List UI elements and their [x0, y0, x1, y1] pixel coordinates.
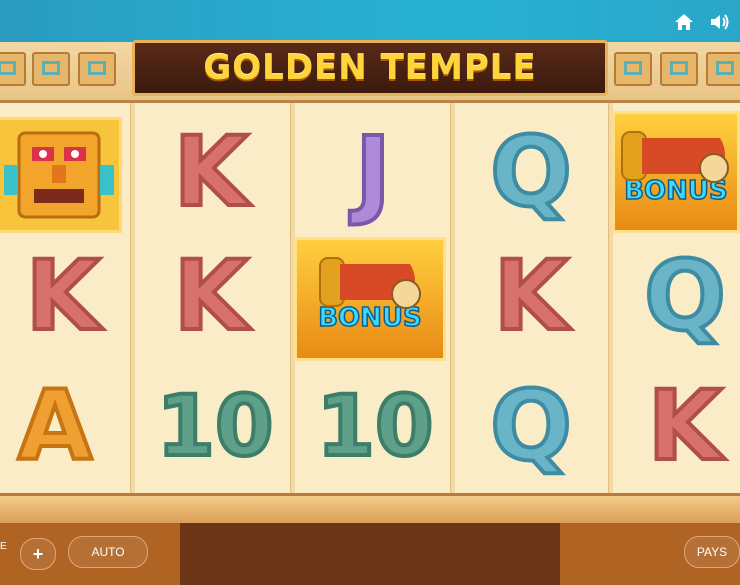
- symbol-j: J: [318, 117, 428, 227]
- symbol-k: K: [8, 241, 118, 351]
- symbol-letter: Q: [488, 116, 574, 228]
- temple-tile: [32, 52, 70, 86]
- symbol-letter: K: [646, 370, 724, 482]
- symbol-letter: Q: [488, 370, 574, 482]
- symbol-letter: K: [24, 240, 102, 352]
- scroll-icon: [621, 131, 729, 183]
- symbol-letter: Q: [642, 240, 728, 352]
- temple-tile: [660, 52, 698, 86]
- symbol-k: K: [156, 241, 266, 351]
- speaker-icon[interactable]: [708, 10, 732, 34]
- control-bar: E + AUTO PAYS: [0, 523, 740, 585]
- symbol-letter: A: [16, 370, 94, 482]
- bet-label-edge: E: [0, 541, 7, 552]
- symbol-letter: 10: [315, 377, 436, 475]
- bonus-symbol: BONUS: [612, 111, 740, 233]
- temple-tile: [706, 52, 740, 86]
- temple-floor: [0, 493, 740, 526]
- temple-tile: [0, 52, 26, 86]
- autoplay-button[interactable]: AUTO: [68, 536, 148, 568]
- bonus-symbol: BONUS: [294, 237, 446, 361]
- wild-symbol: [0, 117, 122, 233]
- control-bar-center: [180, 523, 560, 585]
- temple-tile: [78, 52, 116, 86]
- symbol-letter: K: [172, 116, 250, 228]
- title-plate: GOLDEN TEMPLE: [132, 40, 608, 96]
- reel-area: K A K K 10 J BONUS 10 Q K Q BONUS Q K: [0, 103, 740, 493]
- reel-divider: [130, 103, 135, 493]
- scroll-icon: [319, 257, 421, 309]
- symbol-letter: 10: [155, 377, 276, 475]
- symbol-q: Q: [476, 371, 586, 481]
- increase-bet-button[interactable]: +: [20, 538, 56, 570]
- paytable-button[interactable]: PAYS: [684, 536, 740, 568]
- game-title: GOLDEN TEMPLE: [203, 48, 537, 88]
- reel-divider: [450, 103, 455, 493]
- symbol-q: Q: [476, 117, 586, 227]
- symbol-k: K: [156, 117, 266, 227]
- temple-mask-icon: [4, 131, 114, 219]
- symbol-letter: J: [353, 116, 393, 228]
- symbol-10: 10: [310, 371, 440, 481]
- symbol-10: 10: [150, 371, 280, 481]
- symbol-letter: K: [492, 240, 570, 352]
- symbol-letter: K: [172, 240, 250, 352]
- temple-tile: [614, 52, 652, 86]
- home-icon[interactable]: [672, 10, 696, 34]
- symbol-k: K: [476, 241, 586, 351]
- symbol-a: A: [0, 371, 110, 481]
- symbol-q: Q: [630, 241, 740, 351]
- symbol-k: K: [630, 371, 740, 481]
